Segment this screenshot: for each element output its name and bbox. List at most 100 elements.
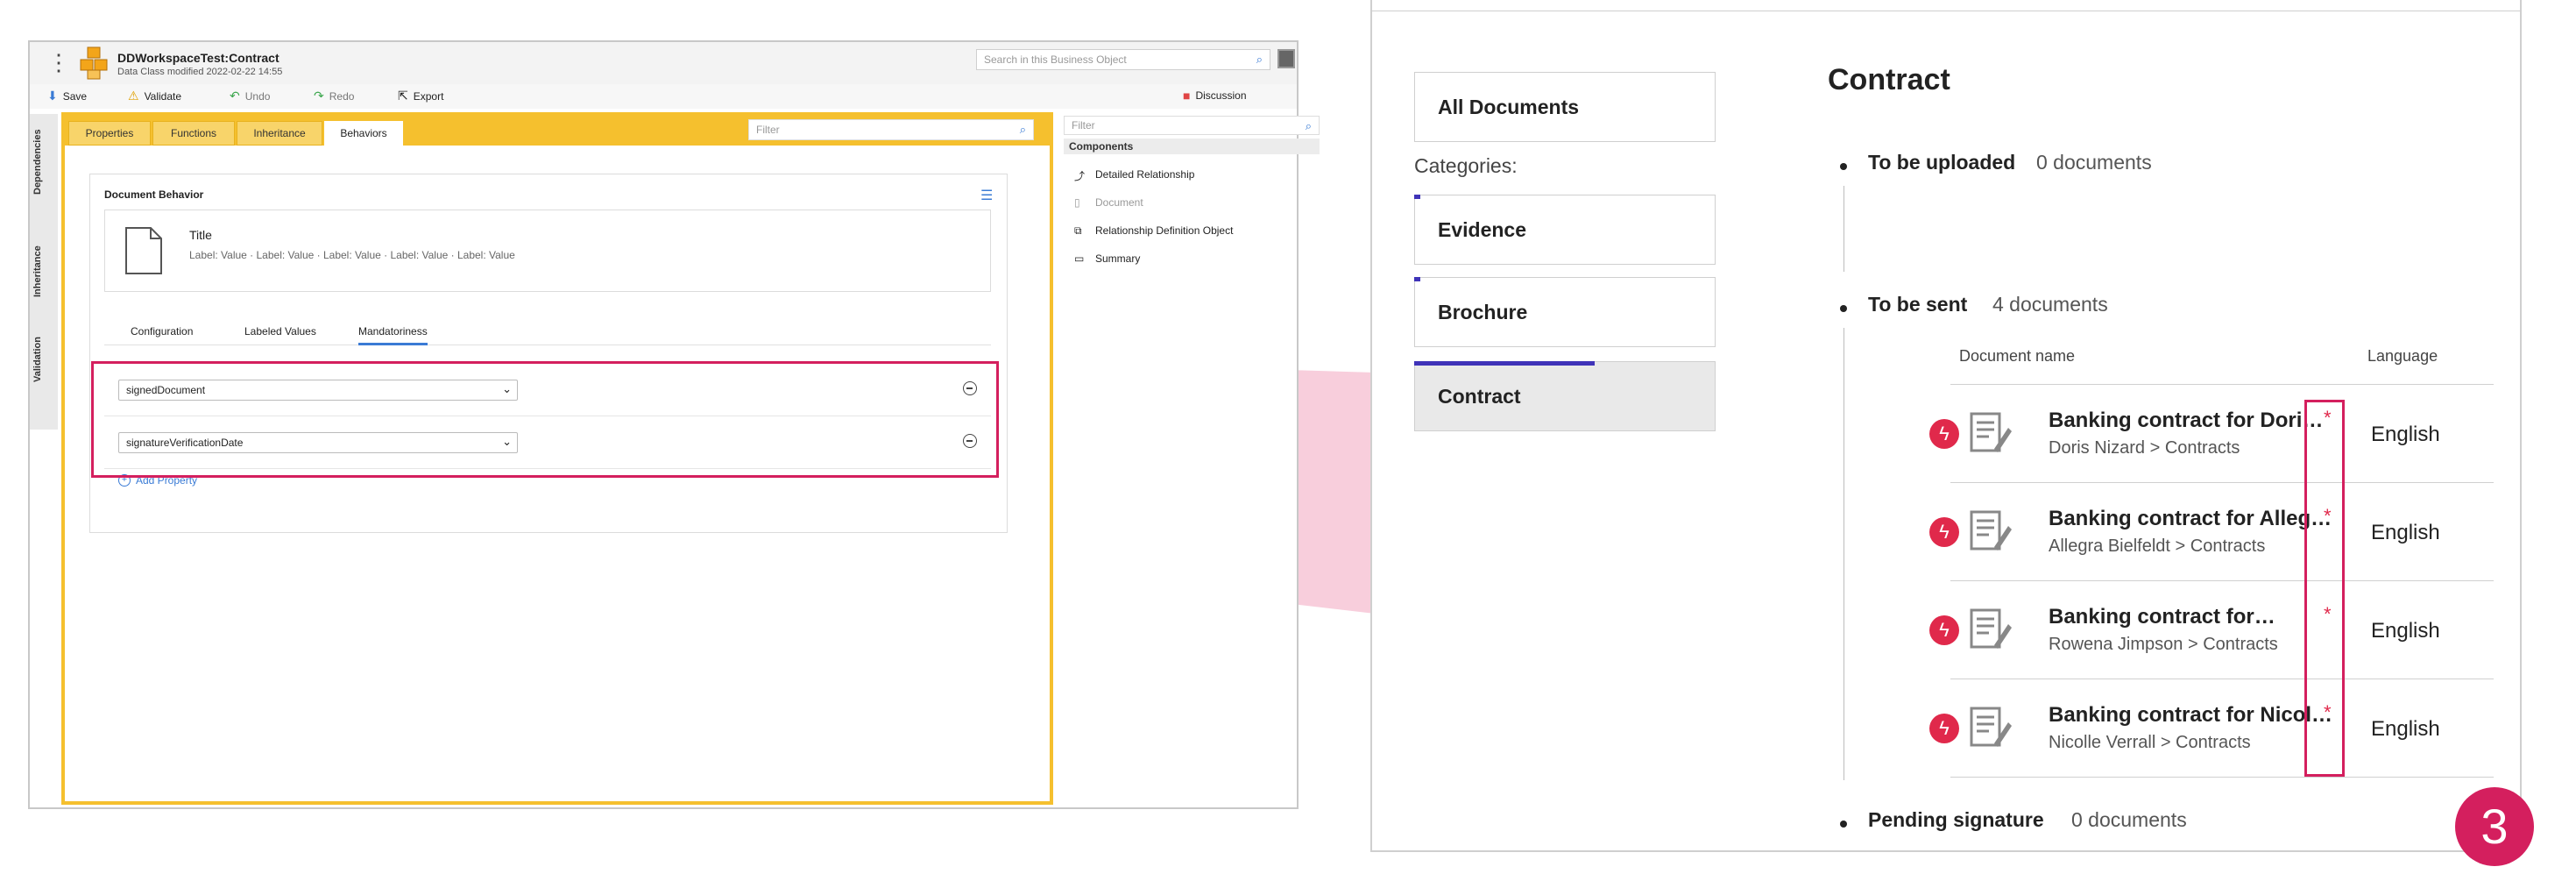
lightning-icon: ϟ <box>1929 419 1959 449</box>
category-progress-bar <box>1414 277 1420 281</box>
settings-sliders-icon[interactable]: ☰ <box>980 187 993 204</box>
document-language: English <box>2371 619 2440 643</box>
side-tab-dependencies[interactable]: Dependencies <box>32 123 55 202</box>
behaviors-filter[interactable]: Filter ⌕ <box>748 119 1034 140</box>
nav-category-brochure[interactable]: Brochure <box>1414 277 1716 347</box>
card-title: Document Behavior <box>104 188 204 201</box>
components-header: Components <box>1064 139 1320 154</box>
window-subtitle: Data Class modified 2022-02-22 14:55 <box>117 67 283 77</box>
document-name[interactable]: Banking contract for… <box>2049 605 2275 629</box>
subtab-mandatoriness[interactable]: Mandatoriness <box>358 325 428 345</box>
discussion-button[interactable]: ■ Discussion <box>1183 89 1247 103</box>
redo-icon: ↷ <box>314 89 324 103</box>
document-path: Allegra Bielfeldt > Contracts <box>2049 536 2266 556</box>
summary-icon: ▭ <box>1074 252 1085 265</box>
tab-inheritance[interactable]: Inheritance <box>237 121 322 146</box>
business-object-search[interactable]: Search in this Business Object ⌕ <box>976 49 1270 70</box>
search-placeholder: Search in this Business Object <box>984 53 1127 66</box>
nav-category-evidence[interactable]: Evidence <box>1414 195 1716 265</box>
component-item[interactable]: ▯ Document <box>1074 196 1143 209</box>
undo-label: Undo <box>244 89 271 103</box>
discussion-label: Discussion <box>1195 89 1247 102</box>
side-tab-validation[interactable]: Validation <box>32 324 55 394</box>
lightning-icon: ϟ <box>1929 615 1959 645</box>
relationship-icon: ⤴ <box>1074 170 1086 182</box>
category-progress-bar <box>1414 195 1420 199</box>
document-icon: ▯ <box>1074 196 1080 209</box>
signature-document-icon <box>1970 707 2012 747</box>
section-count: 4 documents <box>1992 293 2108 316</box>
search-icon[interactable]: ⌕ <box>1306 119 1312 133</box>
filter-placeholder: Filter <box>1072 119 1095 131</box>
document-preview: Title Label: Value · Label: Value · Labe… <box>104 210 991 292</box>
tab-properties[interactable]: Properties <box>68 121 151 146</box>
redo-label: Redo <box>329 89 355 103</box>
component-label: Detailed Relationship <box>1095 168 1195 181</box>
subtab-configuration[interactable]: Configuration <box>131 325 193 337</box>
document-title: Title <box>189 228 212 242</box>
relationship-definition-icon: ⧉ <box>1074 224 1082 237</box>
table-divider <box>1950 580 2494 581</box>
component-label: Document <box>1095 196 1143 209</box>
required-column-highlight <box>2304 400 2345 777</box>
save-button[interactable]: ⬇ Save <box>47 89 87 103</box>
side-tab-inheritance[interactable]: Inheritance <box>32 237 55 307</box>
section-pending-signature[interactable]: Pending signature <box>1868 808 2044 832</box>
table-divider <box>1950 384 2494 385</box>
section-to-be-sent[interactable]: To be sent <box>1868 293 1967 316</box>
column-header-document-name[interactable]: Document name <box>1959 347 2075 366</box>
document-icon <box>125 227 162 274</box>
lightning-icon: ϟ <box>1929 714 1959 743</box>
redo-button[interactable]: ↷ Redo <box>314 89 354 103</box>
document-name[interactable]: Banking contract for Alleg… <box>2049 507 2332 531</box>
tab-behaviors[interactable]: Behaviors <box>324 121 403 146</box>
discussion-icon: ■ <box>1183 89 1191 103</box>
step-number-badge: 3 <box>2455 787 2534 866</box>
section-to-be-uploaded[interactable]: To be uploaded <box>1868 151 2015 174</box>
categories-label: Categories: <box>1414 154 1518 177</box>
document-language: English <box>2371 717 2440 741</box>
nav-category-contract[interactable]: Contract <box>1414 361 1716 431</box>
main-tabs: Properties Functions Inheritance Behavio… <box>65 116 1050 146</box>
search-icon[interactable]: ⌕ <box>1020 123 1026 137</box>
components-filter[interactable]: Filter ⌕ <box>1064 116 1320 135</box>
signature-document-icon <box>1970 412 2012 452</box>
section-bullet <box>1840 305 1847 312</box>
more-menu-icon[interactable]: ⋮ <box>47 51 70 74</box>
validate-icon: ⚠ <box>128 89 139 103</box>
component-item[interactable]: ⧉ Relationship Definition Object <box>1074 224 1233 237</box>
window-control-button[interactable] <box>1277 49 1295 68</box>
section-bullet <box>1840 163 1847 170</box>
title-bar: ⋮ DDWorkspaceTest:Contract Data Class mo… <box>30 42 1297 84</box>
document-name[interactable]: Banking contract for Nicol… <box>2049 703 2332 728</box>
page-title: Contract <box>1828 63 1950 96</box>
cubes-icon <box>80 46 108 80</box>
column-header-language[interactable]: Language <box>2367 347 2438 366</box>
section-count: 0 documents <box>2071 808 2187 831</box>
export-label: Export <box>413 89 444 103</box>
signature-document-icon <box>1970 608 2012 649</box>
nav-all-documents[interactable]: All Documents <box>1414 72 1716 142</box>
window-title: DDWorkspaceTest:Contract <box>117 51 280 65</box>
category-progress-bar <box>1414 361 1595 366</box>
document-path: Doris Nizard > Contracts <box>2049 438 2240 458</box>
document-language: English <box>2371 423 2440 446</box>
document-labels: Label: Value · Label: Value · Label: Val… <box>189 249 515 261</box>
component-item[interactable]: ⤴ Detailed Relationship <box>1074 168 1195 182</box>
section-bullet <box>1840 821 1847 828</box>
tab-functions[interactable]: Functions <box>152 121 235 146</box>
component-label: Relationship Definition Object <box>1095 224 1234 237</box>
search-icon[interactable]: ⌕ <box>1256 53 1263 67</box>
component-item[interactable]: ▭ Summary <box>1074 252 1140 265</box>
export-button[interactable]: ⇱ Export <box>398 89 443 103</box>
export-icon: ⇱ <box>398 89 408 103</box>
undo-button[interactable]: ↶ Undo <box>230 89 270 103</box>
table-divider <box>1950 777 2494 778</box>
table-divider <box>1950 482 2494 483</box>
signature-document-icon <box>1970 510 2012 551</box>
subtab-labeled-values[interactable]: Labeled Values <box>244 325 316 337</box>
component-label: Summary <box>1095 252 1141 265</box>
document-name[interactable]: Banking contract for Dori… <box>2049 409 2323 433</box>
validate-button[interactable]: ⚠ Validate <box>128 89 181 103</box>
mandatory-properties-highlight <box>91 361 999 478</box>
